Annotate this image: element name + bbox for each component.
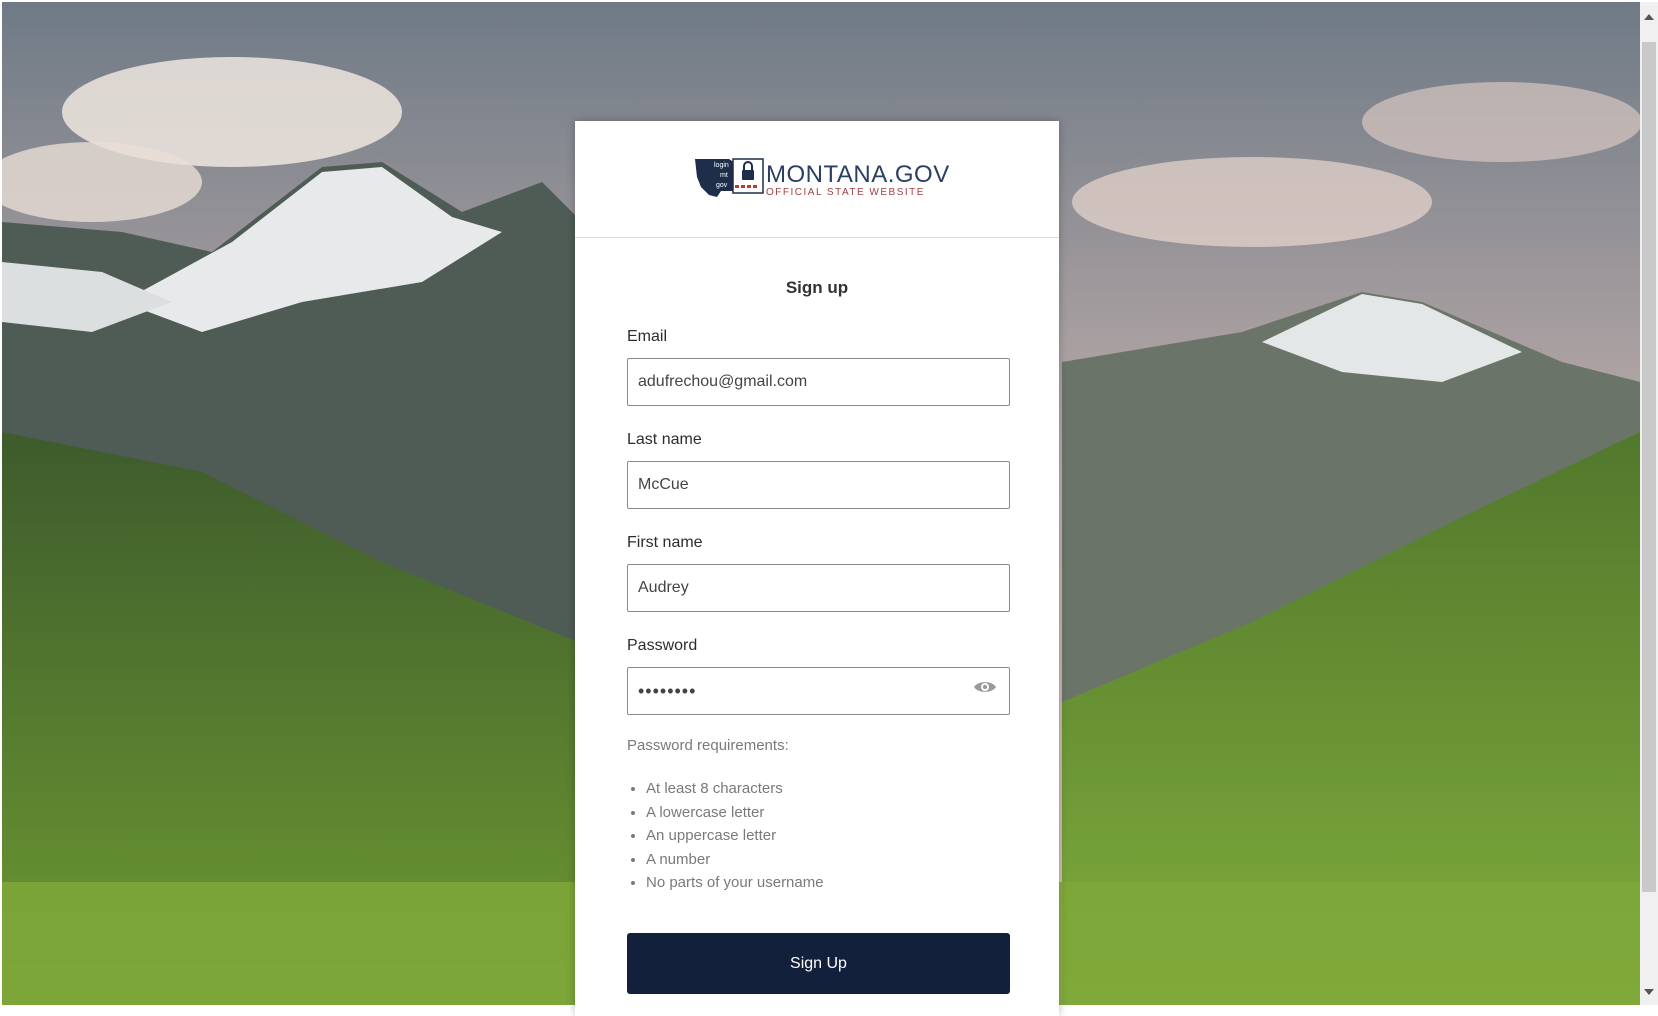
sign-up-button[interactable]: Sign Up bbox=[627, 933, 1010, 994]
password-requirements-title: Password requirements: bbox=[627, 737, 789, 754]
password-label: Password bbox=[627, 637, 698, 654]
logo-subtitle: OFFICIAL STATE WEBSITE bbox=[766, 187, 925, 198]
card-header: login mt gov MONTANA.GOV OFFICIAL STATE … bbox=[575, 121, 1059, 238]
logo-mark-text-login: login bbox=[714, 162, 729, 169]
requirement-item: A lowercase letter bbox=[646, 801, 824, 825]
scroll-down-arrow-icon[interactable] bbox=[1644, 989, 1654, 995]
requirement-item: An uppercase letter bbox=[646, 824, 824, 848]
requirement-item: At least 8 characters bbox=[646, 777, 824, 801]
eye-icon[interactable] bbox=[973, 679, 997, 695]
scrollbar-thumb[interactable] bbox=[1642, 42, 1656, 892]
montana-lock-logo-icon: login mt gov bbox=[695, 158, 764, 197]
first-name-label: First name bbox=[627, 534, 703, 551]
logo-mark-text-mt: mt bbox=[720, 172, 728, 179]
password-requirements-list: At least 8 characters A lowercase letter… bbox=[627, 777, 824, 895]
logo-title: MONTANA.GOV bbox=[766, 161, 950, 188]
requirement-item: No parts of your username bbox=[646, 871, 824, 895]
first-name-field[interactable] bbox=[627, 564, 1010, 612]
vertical-scrollbar[interactable] bbox=[1640, 2, 1658, 1005]
email-field[interactable] bbox=[627, 358, 1010, 406]
last-name-field[interactable] bbox=[627, 461, 1010, 509]
signup-card: login mt gov MONTANA.GOV OFFICIAL STATE … bbox=[575, 121, 1059, 1016]
password-field[interactable] bbox=[627, 667, 1010, 715]
scroll-up-arrow-icon[interactable] bbox=[1644, 14, 1654, 20]
form-title: Sign up bbox=[785, 278, 849, 297]
logo-mark-text-gov: gov bbox=[716, 182, 728, 189]
montana-gov-logo: login mt gov MONTANA.GOV OFFICIAL STATE … bbox=[695, 157, 949, 201]
email-label: Email bbox=[627, 328, 668, 345]
requirement-item: A number bbox=[646, 848, 824, 872]
last-name-label: Last name bbox=[627, 431, 702, 448]
